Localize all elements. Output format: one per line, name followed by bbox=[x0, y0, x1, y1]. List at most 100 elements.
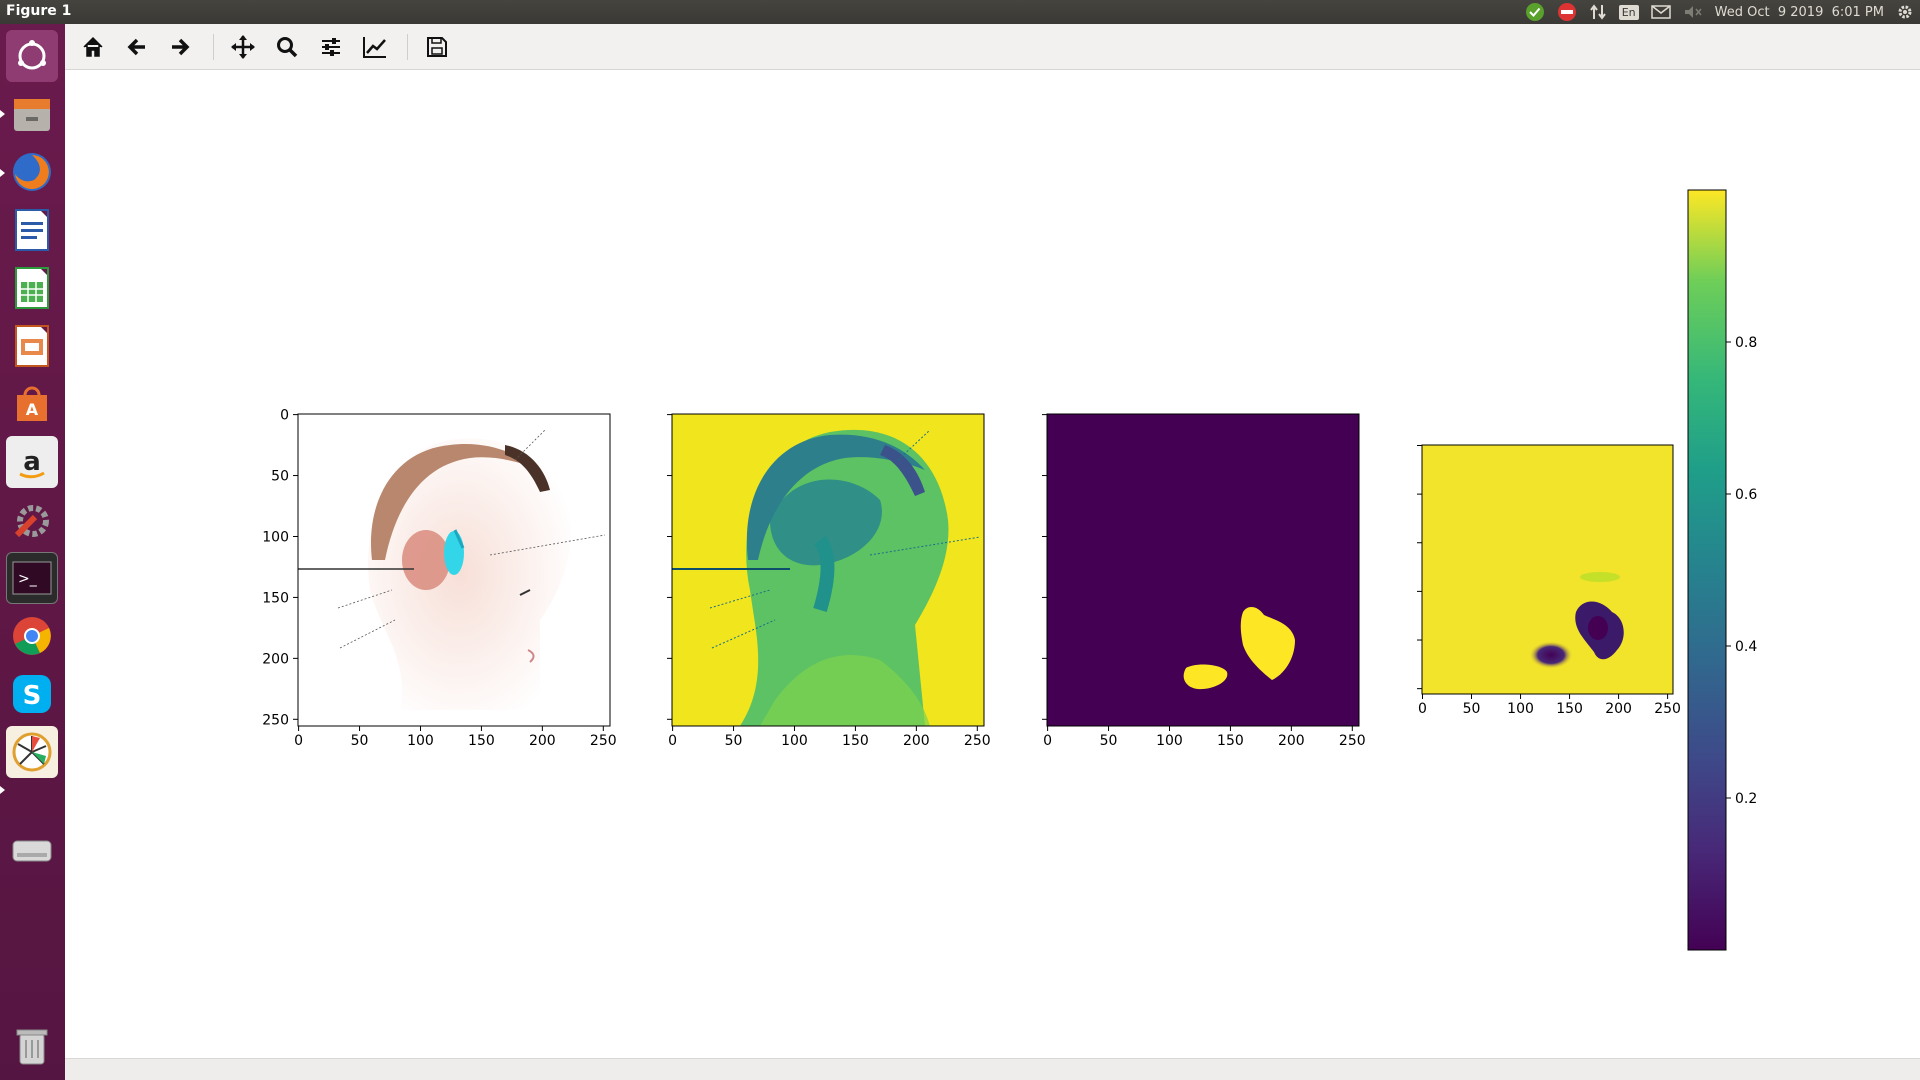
prob-faint-streak bbox=[1580, 572, 1620, 582]
svg-text:A: A bbox=[26, 400, 39, 419]
move-arrows-icon bbox=[231, 35, 255, 59]
firefox-icon[interactable] bbox=[6, 146, 58, 198]
colorbar: 0.2 0.4 0.6 0.8 bbox=[1687, 189, 1757, 951]
amazon-icon[interactable]: a bbox=[6, 436, 58, 488]
subplot-1: 0 50 100 150 200 250 0 50 100 150 200 250 bbox=[262, 408, 616, 749]
x-tick-label: 0 bbox=[1418, 701, 1427, 717]
subplot-4: 0 50 100 150 200 250 bbox=[1417, 444, 1681, 717]
status-bar bbox=[65, 1058, 1920, 1080]
x-tick-label: 100 bbox=[781, 733, 808, 749]
pan-button[interactable] bbox=[228, 32, 258, 62]
chrome-icon[interactable] bbox=[6, 610, 58, 662]
subplots-config-button[interactable] bbox=[316, 32, 346, 62]
zoom-button[interactable] bbox=[272, 32, 302, 62]
subplot-4-yaxis bbox=[1417, 444, 1422, 690]
save-button[interactable] bbox=[422, 32, 452, 62]
subplot-4-xaxis: 0 50 100 150 200 250 bbox=[1418, 694, 1681, 717]
back-button[interactable] bbox=[122, 32, 152, 62]
ubuntu-dash-icon[interactable] bbox=[6, 30, 58, 82]
x-tick-label: 250 bbox=[1654, 701, 1681, 717]
libreoffice-calc-icon[interactable] bbox=[6, 262, 58, 314]
figure-toolbar bbox=[65, 24, 1920, 70]
y-tick-label: 250 bbox=[262, 712, 289, 728]
colorbar-tick-label: 0.2 bbox=[1735, 791, 1757, 807]
floppy-disk-icon bbox=[427, 37, 447, 57]
colorbar-tick-label: 0.4 bbox=[1735, 639, 1757, 655]
x-tick-label: 200 bbox=[1605, 701, 1632, 717]
x-tick-label: 150 bbox=[468, 733, 495, 749]
subplot-3-yaxis bbox=[1042, 414, 1047, 720]
trash-icon[interactable] bbox=[6, 1020, 58, 1072]
colorbar-tick-label: 0.8 bbox=[1735, 335, 1757, 351]
arrow-right-icon bbox=[172, 38, 190, 56]
keyboard-language-icon[interactable]: En bbox=[1618, 4, 1639, 20]
skype-icon[interactable]: S bbox=[6, 668, 58, 720]
system-tray: En Wed Oct 9 2019 6:01 PM bbox=[1525, 0, 1914, 24]
x-tick-label: 200 bbox=[529, 733, 556, 749]
forward-button[interactable] bbox=[165, 32, 195, 62]
home-button[interactable] bbox=[78, 32, 108, 62]
no-entry-icon[interactable] bbox=[1557, 2, 1577, 22]
y-tick-label: 0 bbox=[280, 408, 289, 424]
x-tick-label: 0 bbox=[668, 733, 677, 749]
x-tick-label: 50 bbox=[1463, 701, 1481, 717]
x-tick-label: 150 bbox=[1217, 733, 1244, 749]
x-tick-label: 100 bbox=[1156, 733, 1183, 749]
subplot-1-yaxis: 0 50 100 150 200 250 bbox=[262, 408, 298, 728]
mail-icon[interactable] bbox=[1650, 4, 1671, 20]
svg-text:S: S bbox=[23, 681, 42, 711]
prob-blob-core bbox=[1588, 616, 1608, 640]
arrow-left-icon bbox=[127, 38, 145, 56]
subplot-2: 0 50 100 150 200 250 bbox=[667, 413, 991, 749]
status-ok-icon[interactable] bbox=[1525, 2, 1545, 22]
software-center-icon[interactable]: A bbox=[6, 378, 58, 430]
home-icon bbox=[83, 36, 103, 57]
subplot-3: 0 50 100 150 200 250 bbox=[1042, 413, 1366, 749]
x-tick-label: 50 bbox=[725, 733, 743, 749]
x-tick-label: 200 bbox=[903, 733, 930, 749]
disk-drive-icon[interactable] bbox=[6, 824, 58, 876]
top-panel: Figure 1 En Wed Oct 9 2019 6:01 PM bbox=[0, 0, 1920, 24]
running-indicator bbox=[0, 169, 5, 177]
customize-button[interactable] bbox=[360, 32, 390, 62]
colorbar-ticks: 0.2 0.4 0.6 0.8 bbox=[1726, 335, 1757, 807]
y-tick-label: 200 bbox=[262, 651, 289, 667]
running-indicator bbox=[0, 110, 5, 118]
files-icon[interactable] bbox=[6, 88, 58, 140]
subplot-1-xaxis: 0 50 100 150 200 250 bbox=[294, 726, 617, 749]
colorbar-tick-label: 0.6 bbox=[1735, 487, 1757, 503]
toolbar-separator bbox=[213, 34, 214, 60]
line-chart-icon bbox=[363, 37, 386, 58]
x-tick-label: 250 bbox=[590, 733, 617, 749]
y-tick-label: 100 bbox=[262, 529, 289, 545]
x-tick-label: 0 bbox=[294, 733, 303, 749]
running-indicator bbox=[0, 786, 5, 794]
x-tick-label: 200 bbox=[1278, 733, 1305, 749]
x-tick-label: 150 bbox=[842, 733, 869, 749]
window-title: Figure 1 bbox=[6, 3, 72, 19]
network-arrows-icon[interactable] bbox=[1589, 2, 1607, 22]
svg-text:a: a bbox=[23, 447, 41, 477]
figure-canvas[interactable]: 0 50 100 150 200 250 0 50 100 150 200 250 0 50 100 15… bbox=[65, 70, 1920, 1058]
x-tick-label: 50 bbox=[351, 733, 369, 749]
system-settings-icon[interactable] bbox=[6, 494, 58, 546]
x-tick-label: 250 bbox=[964, 733, 991, 749]
x-tick-label: 0 bbox=[1043, 733, 1052, 749]
volume-muted-icon[interactable] bbox=[1683, 4, 1703, 20]
toolbar-separator bbox=[407, 34, 408, 60]
terminal-icon[interactable]: >_ bbox=[6, 552, 58, 604]
x-tick-label: 150 bbox=[1556, 701, 1583, 717]
pinwheel-app-icon[interactable] bbox=[6, 726, 58, 778]
launcher: A a >_ S bbox=[0, 24, 65, 1080]
subplot-2-yaxis bbox=[667, 414, 672, 720]
subplot-2-xaxis: 0 50 100 150 200 250 bbox=[668, 726, 991, 749]
figure-svg[interactable]: 0 50 100 150 200 250 0 50 100 150 200 250 0 50 100 15… bbox=[65, 70, 1920, 1058]
clock[interactable]: Wed Oct 9 2019 6:01 PM bbox=[1715, 5, 1884, 20]
libreoffice-impress-icon[interactable] bbox=[6, 320, 58, 372]
colorbar-gradient bbox=[1687, 189, 1727, 951]
settings-gear-icon[interactable] bbox=[1896, 3, 1914, 21]
libreoffice-writer-icon[interactable] bbox=[6, 204, 58, 256]
x-tick-label: 100 bbox=[1507, 701, 1534, 717]
x-tick-label: 250 bbox=[1339, 733, 1366, 749]
prob-blob-small bbox=[1529, 641, 1573, 669]
